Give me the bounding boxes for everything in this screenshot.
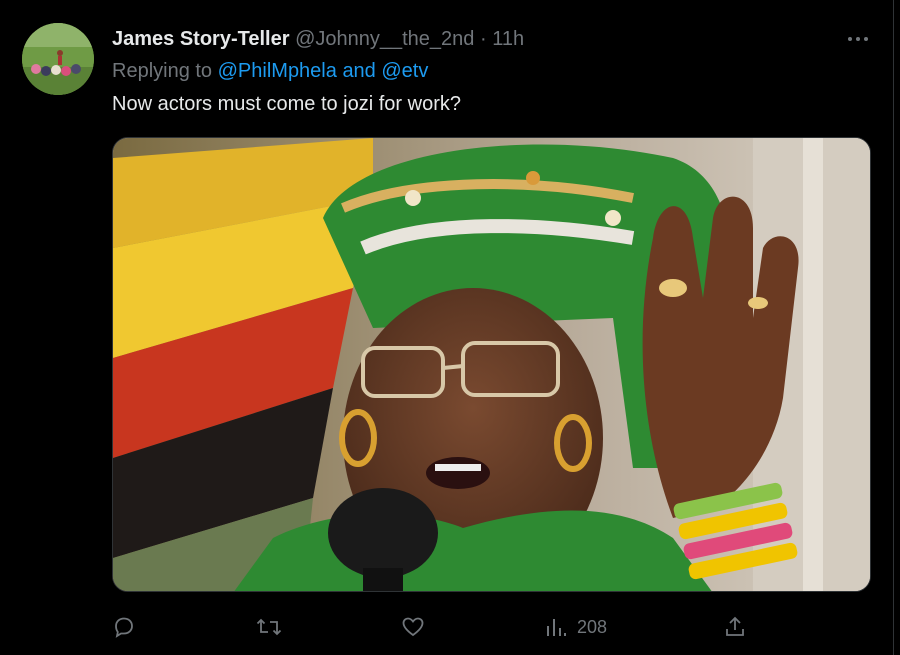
tweet-media[interactable] — [112, 137, 871, 592]
tweet-time[interactable]: 11h — [492, 28, 524, 50]
reply-button[interactable] — [112, 612, 136, 642]
mention-link[interactable]: @PhilMphela — [218, 60, 337, 82]
tweet-photo — [113, 138, 870, 591]
reply-icon — [115, 617, 133, 638]
retweet-icon — [256, 618, 282, 636]
replying-and[interactable]: and — [342, 60, 375, 82]
views-icon — [547, 619, 566, 636]
views-count: 208 — [577, 616, 608, 637]
share-icon — [726, 616, 744, 636]
mention-link[interactable]: @etv — [381, 60, 428, 82]
retweet-button[interactable] — [256, 612, 282, 642]
display-name[interactable]: James Story-Teller — [112, 28, 290, 50]
like-icon — [402, 617, 424, 637]
more-options-button[interactable] — [842, 24, 874, 54]
replying-to: Replying to @PhilMphela and @etv — [112, 58, 428, 84]
tweet-actions: 208 — [0, 612, 900, 642]
header-separator: · — [479, 28, 487, 50]
replying-prefix: Replying to — [112, 60, 213, 82]
tweet-text: Now actors must come to jozi for work? — [112, 93, 461, 115]
share-button[interactable] — [723, 612, 747, 642]
avatar[interactable] — [22, 23, 94, 95]
views-button[interactable]: 208 — [545, 612, 607, 642]
timeline-border — [893, 0, 894, 655]
like-button[interactable] — [401, 612, 425, 642]
more-icon — [848, 37, 868, 41]
tweet-header: James Story-Teller @Johnny__the_2nd · 11… — [112, 26, 524, 52]
user-handle[interactable]: @Johnny__the_2nd — [295, 28, 474, 50]
